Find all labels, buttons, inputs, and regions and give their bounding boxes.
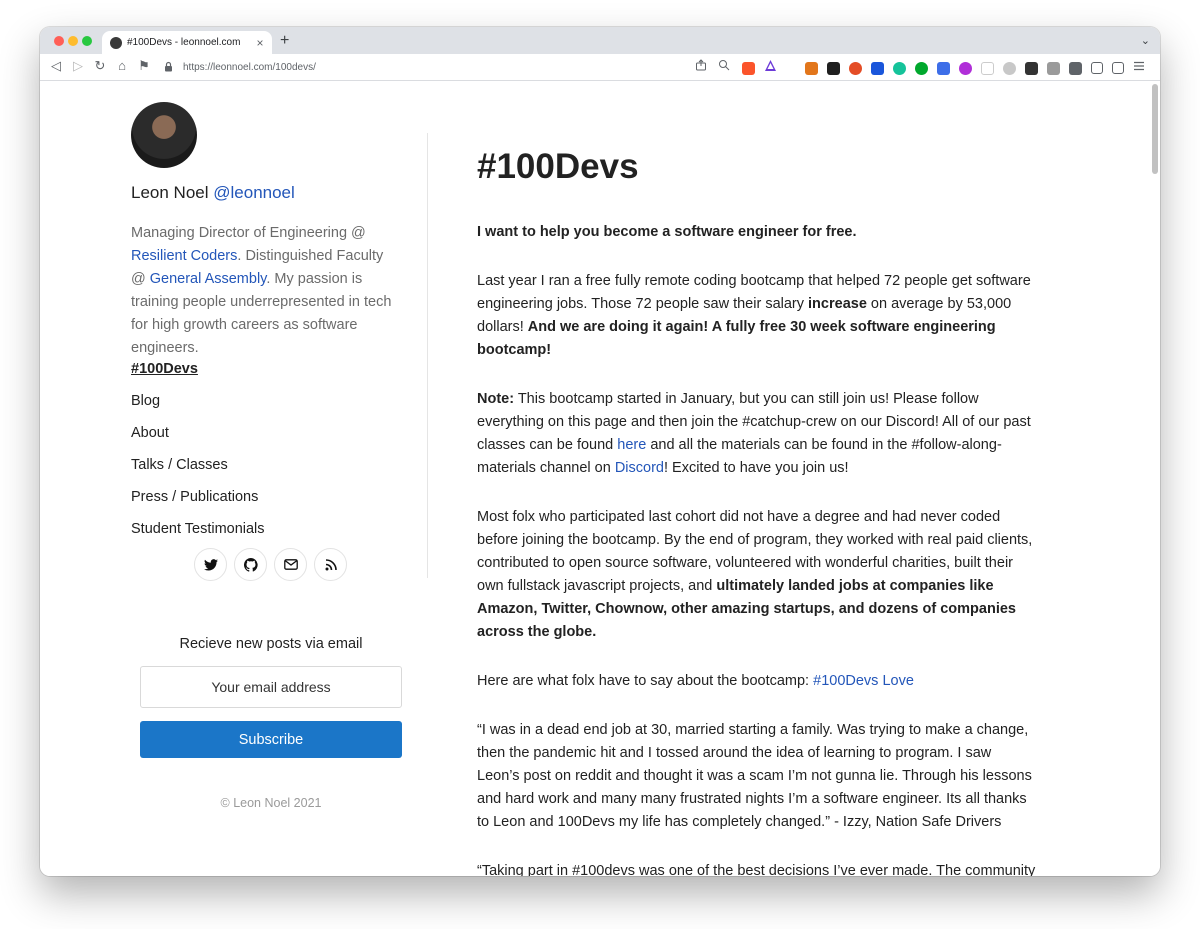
extension-blue-icon[interactable]: [937, 61, 950, 75]
email-icon[interactable]: [274, 548, 307, 581]
testimonial: “I was in a dead end job at 30, married …: [477, 722, 1032, 830]
bookmark-button[interactable]: ⚑: [136, 58, 152, 74]
page-title: #100Devs: [477, 147, 639, 186]
close-window-button[interactable]: [54, 36, 64, 46]
article-body: I want to help you become a software eng…: [477, 221, 1037, 876]
general-assembly-link[interactable]: General Assembly: [150, 271, 267, 287]
paragraph: Most folx who participated last cohort d…: [477, 506, 1037, 644]
author-heading: Leon Noel @leonnoel: [131, 183, 295, 203]
sidebar-item-about[interactable]: About: [131, 424, 265, 456]
sidebar-item-100devs[interactable]: #100Devs: [131, 360, 265, 392]
paragraph: Here are what folx have to say about the…: [477, 670, 1037, 693]
metamask-icon[interactable]: [805, 61, 818, 75]
camera-icon[interactable]: [1047, 61, 1060, 75]
reload-button[interactable]: ↻: [92, 58, 108, 74]
author-handle-link[interactable]: @leonnoel: [213, 183, 295, 202]
zoom-icon[interactable]: [718, 58, 730, 76]
lock-icon: [164, 61, 174, 73]
author-name: Leon Noel: [131, 183, 209, 202]
100devs-love-link[interactable]: #100Devs Love: [813, 673, 914, 689]
browser-toolbar: ◁ ▷ ↻ ⌂ ⚑ https://leonnoel.com/100devs/: [40, 54, 1160, 81]
extension-i-icon[interactable]: [981, 61, 994, 75]
author-bio: Managing Director of Engineering @ Resil…: [131, 222, 401, 360]
copyright: © Leon Noel 2021: [220, 796, 322, 810]
resilient-coders-link[interactable]: Resilient Coders: [131, 248, 237, 264]
brave-rewards-icon[interactable]: [764, 59, 777, 77]
sidebar-item-talks[interactable]: Talks / Classes: [131, 456, 265, 488]
bold-text: increase: [808, 296, 867, 312]
bold-text: Note:: [477, 391, 515, 407]
subscribe-label: Recieve new posts via email: [179, 636, 363, 652]
address-bar-actions: [695, 58, 730, 76]
extension-grey-icon[interactable]: [1003, 61, 1016, 75]
sidebar-nav: #100Devs Blog About Talks / Classes Pres…: [131, 360, 265, 552]
extension-v-icon[interactable]: [871, 61, 884, 75]
address-bar[interactable]: https://leonnoel.com/100devs/: [158, 57, 718, 77]
url-text: https://leonnoel.com/100devs/: [183, 61, 316, 73]
extensions-bar: [742, 59, 1145, 77]
evernote-icon[interactable]: [915, 61, 928, 75]
discord-link[interactable]: Discord: [615, 460, 664, 476]
subscribe-button[interactable]: Subscribe: [140, 721, 402, 758]
scroll-thumb[interactable]: [1152, 84, 1158, 174]
bio-text: Managing Director of Engineering @: [131, 225, 366, 241]
extension-purple-icon[interactable]: [959, 61, 972, 75]
zoom-window-button[interactable]: [82, 36, 92, 46]
sidebar-toggle-icon[interactable]: [1091, 62, 1103, 74]
forward-button[interactable]: ▷: [70, 58, 86, 74]
email-field[interactable]: [140, 666, 402, 708]
text: ! Excited to have you join us!: [663, 460, 849, 476]
notion-icon[interactable]: [1025, 61, 1038, 75]
text: Here are what folx have to say about the…: [477, 673, 814, 689]
share-icon[interactable]: [695, 58, 707, 76]
minimize-window-button[interactable]: [68, 36, 78, 46]
menu-icon[interactable]: [1133, 59, 1145, 77]
tab-search-button[interactable]: ⌄: [1141, 34, 1150, 47]
extension-red-icon[interactable]: [849, 61, 862, 75]
paragraph: I want to help you become a software eng…: [477, 221, 1037, 244]
avatar: [131, 102, 197, 168]
twitter-icon[interactable]: [194, 548, 227, 581]
extension-dark-icon[interactable]: [827, 61, 840, 75]
paragraph: Note: This bootcamp started in January, …: [477, 388, 1037, 480]
column-divider: [427, 133, 428, 578]
rss-icon[interactable]: [314, 548, 347, 581]
here-link[interactable]: here: [617, 437, 646, 453]
sidebar-item-press[interactable]: Press / Publications: [131, 488, 265, 520]
bold-text: And we are doing it again! A fully free …: [477, 319, 996, 358]
brave-shields-icon[interactable]: [742, 61, 755, 75]
tab-close-icon[interactable]: ×: [254, 36, 266, 50]
new-tab-button[interactable]: +: [280, 32, 289, 50]
grammarly-icon[interactable]: [893, 61, 906, 75]
browser-window: #100Devs - leonnoel.com × + ⌄ ◁ ▷ ↻ ⌂ ⚑ …: [40, 27, 1160, 876]
github-icon[interactable]: [234, 548, 267, 581]
scrollbar[interactable]: [1150, 81, 1160, 876]
browser-tab[interactable]: #100Devs - leonnoel.com ×: [102, 31, 272, 54]
back-button[interactable]: ◁: [48, 58, 64, 74]
extensions-puzzle-icon[interactable]: [1069, 61, 1082, 75]
tab-strip: #100Devs - leonnoel.com × + ⌄: [40, 27, 1160, 54]
home-button[interactable]: ⌂: [114, 58, 130, 74]
tab-title: #100Devs - leonnoel.com: [127, 37, 241, 48]
social-links: [194, 548, 347, 581]
favicon-icon: [110, 36, 122, 49]
testimonial: “Taking part in #100devs was one of the …: [477, 863, 1036, 876]
page-content: Leon Noel @leonnoel Managing Director of…: [40, 81, 1150, 876]
sidebar-item-blog[interactable]: Blog: [131, 392, 265, 424]
wallet-icon[interactable]: [1112, 62, 1124, 74]
intro-text: I want to help you become a software eng…: [477, 224, 857, 240]
paragraph: Last year I ran a free fully remote codi…: [477, 270, 1037, 362]
